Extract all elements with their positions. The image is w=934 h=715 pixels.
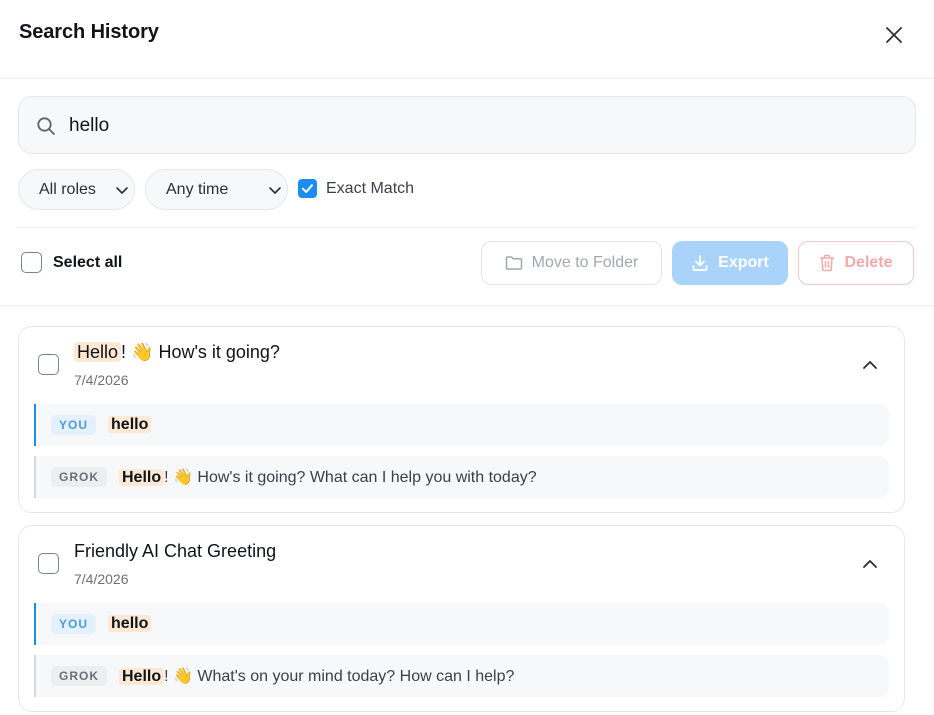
role-filter-value: All roles bbox=[39, 180, 96, 198]
result-card[interactable]: Friendly AI Chat Greeting 7/4/2026 YOU h… bbox=[18, 525, 905, 712]
result-title-text: ! 👋 How's it going? bbox=[121, 342, 280, 362]
time-filter-select[interactable]: Any time bbox=[145, 169, 288, 210]
delete-button[interactable]: Delete bbox=[798, 241, 914, 285]
time-filter-value: Any time bbox=[166, 180, 229, 198]
result-checkbox[interactable] bbox=[38, 354, 59, 375]
select-all-toggle[interactable]: Select all bbox=[21, 252, 122, 273]
check-icon bbox=[302, 184, 313, 193]
chevron-up-icon bbox=[863, 361, 877, 369]
result-title-text: Friendly AI Chat Greeting bbox=[74, 541, 277, 561]
search-highlight: Hello bbox=[74, 342, 122, 362]
export-label: Export bbox=[718, 254, 769, 271]
result-title[interactable]: Friendly AI Chat Greeting bbox=[74, 541, 276, 562]
role-filter-select[interactable]: All roles bbox=[18, 169, 135, 210]
trash-icon bbox=[820, 254, 835, 272]
role-badge-you: YOU bbox=[51, 614, 97, 634]
role-badge-you: YOU bbox=[51, 415, 97, 435]
message-text-rest: ! 👋 What's on your mind today? How can I… bbox=[164, 668, 515, 685]
chevron-down-icon bbox=[116, 187, 128, 194]
search-highlight: Hello bbox=[119, 469, 165, 486]
exact-match-checkbox[interactable] bbox=[298, 179, 317, 198]
search-icon bbox=[37, 117, 55, 135]
collapse-button[interactable] bbox=[857, 352, 883, 378]
search-input[interactable] bbox=[69, 109, 889, 143]
role-badge-grok: GROK bbox=[51, 467, 107, 487]
message-text: hello bbox=[108, 416, 152, 434]
message-grok[interactable]: GROK Hello! 👋 How's it going? What can I… bbox=[34, 456, 889, 498]
message-user[interactable]: YOU hello bbox=[34, 404, 889, 446]
message-user[interactable]: YOU hello bbox=[34, 603, 889, 645]
search-box[interactable] bbox=[18, 96, 916, 154]
divider bbox=[18, 227, 916, 228]
close-button[interactable] bbox=[880, 21, 908, 49]
folder-icon bbox=[505, 256, 522, 270]
exact-match-label: Exact Match bbox=[326, 179, 415, 197]
divider bbox=[0, 305, 934, 306]
export-button[interactable]: Export bbox=[672, 241, 788, 285]
chevron-up-icon bbox=[863, 560, 877, 568]
dialog-header: Search History bbox=[0, 0, 934, 79]
message-text: Hello! 👋 What's on your mind today? How … bbox=[119, 666, 514, 686]
result-date: 7/4/2026 bbox=[74, 372, 129, 388]
result-card[interactable]: Hello! 👋 How's it going? 7/4/2026 YOU he… bbox=[18, 326, 905, 513]
chevron-down-icon bbox=[269, 187, 281, 194]
select-all-label: Select all bbox=[53, 253, 123, 271]
result-title[interactable]: Hello! 👋 How's it going? bbox=[74, 342, 280, 363]
move-to-folder-button[interactable]: Move to Folder bbox=[481, 241, 662, 285]
select-all-checkbox[interactable] bbox=[21, 252, 42, 273]
search-highlight: hello bbox=[108, 615, 152, 632]
collapse-button[interactable] bbox=[857, 551, 883, 577]
dialog-title: Search History bbox=[19, 21, 159, 43]
move-to-folder-label: Move to Folder bbox=[531, 254, 639, 271]
result-checkbox[interactable] bbox=[38, 553, 59, 574]
exact-match-toggle[interactable]: Exact Match bbox=[298, 179, 414, 198]
search-highlight: hello bbox=[108, 416, 152, 433]
delete-label: Delete bbox=[844, 254, 893, 271]
role-badge-grok: GROK bbox=[51, 666, 107, 686]
download-icon bbox=[692, 255, 708, 271]
message-text: hello bbox=[108, 615, 152, 633]
close-icon[interactable] bbox=[885, 26, 903, 44]
message-text-rest: ! 👋 How's it going? What can I help you … bbox=[164, 469, 537, 486]
result-date: 7/4/2026 bbox=[74, 571, 129, 587]
search-highlight: Hello bbox=[119, 668, 165, 685]
message-text: Hello! 👋 How's it going? What can I help… bbox=[119, 467, 537, 487]
message-grok[interactable]: GROK Hello! 👋 What's on your mind today?… bbox=[34, 655, 889, 697]
